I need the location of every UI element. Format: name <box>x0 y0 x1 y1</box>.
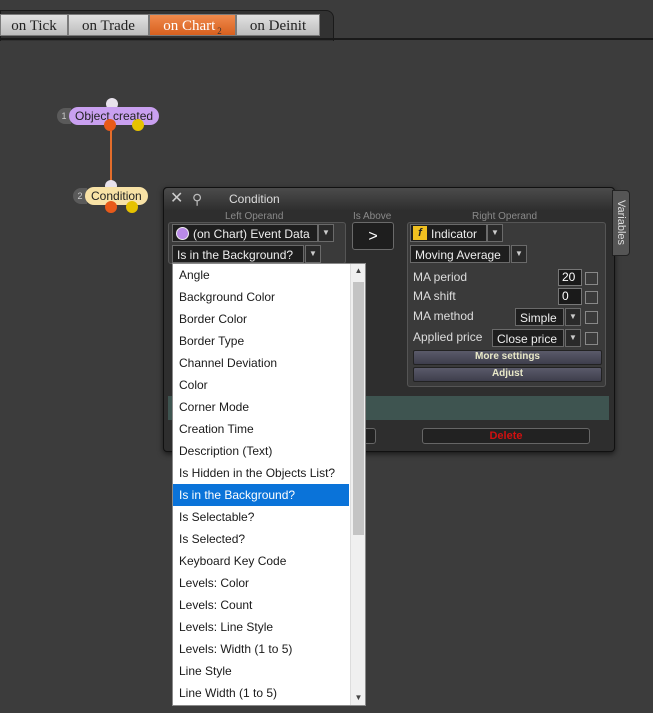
dropdown-option[interactable]: Levels: Count <box>173 594 349 616</box>
delete-button[interactable]: Delete <box>422 428 590 444</box>
ma-period-checkbox[interactable] <box>585 272 598 285</box>
more-settings-button[interactable]: More settings <box>413 350 602 365</box>
dropdown-option[interactable]: Corner Mode <box>173 396 349 418</box>
indicator-select[interactable]: Moving Average <box>410 245 510 263</box>
output-port-false[interactable] <box>132 119 144 131</box>
property-dropdown-list: Angle Background Color Border Color Border … <box>172 263 366 706</box>
ma-shift-input[interactable]: 0 <box>558 288 582 305</box>
dropdown-scrollbar[interactable]: ▲ ▼ <box>350 264 365 705</box>
applied-price-label: Applied price <box>413 330 483 344</box>
dropdown-option[interactable]: Creation Time <box>173 418 349 440</box>
dropdown-option[interactable]: Is in the Background? <box>173 484 349 506</box>
ma-method-checkbox[interactable] <box>585 311 598 324</box>
dropdown-option[interactable]: Background Color <box>173 286 349 308</box>
scroll-down-icon[interactable]: ▼ <box>351 691 365 705</box>
dropdown-option[interactable]: Levels: Line Style <box>173 616 349 638</box>
right-source-value: Indicator <box>431 227 478 241</box>
dropdown-option[interactable]: Line Width (1 to 5) <box>173 682 349 704</box>
scrollbar-thumb[interactable] <box>353 282 364 535</box>
ma-period-input[interactable]: 20 <box>558 269 582 286</box>
property-options: Angle Background Color Border Color Border … <box>173 264 349 704</box>
dropdown-option[interactable]: Levels: Width (1 to 5) <box>173 638 349 660</box>
compare-header: Is Above <box>353 211 392 222</box>
right-source-select[interactable]: f Indicator <box>410 224 487 242</box>
panel-header: ✕ ⚲ Condition <box>164 188 614 210</box>
scroll-up-icon[interactable]: ▲ <box>351 264 365 278</box>
ma-method-label: MA method <box>413 309 474 323</box>
dropdown-option[interactable]: Angle <box>173 264 349 286</box>
dropdown-option[interactable]: Is Hidden in the Objects List? <box>173 462 349 484</box>
compare-operator-button[interactable]: > <box>352 222 394 250</box>
dropdown-option[interactable]: Levels: Color <box>173 572 349 594</box>
dropdown-option[interactable]: Channel Deviation <box>173 352 349 374</box>
ma-period-label: MA period <box>413 270 468 284</box>
left-source-dropdown-button[interactable]: ▼ <box>318 224 334 242</box>
adjust-button[interactable]: Adjust <box>413 367 602 382</box>
output-port-true[interactable] <box>104 119 116 131</box>
dropdown-option[interactable]: Keyboard Key Code <box>173 550 349 572</box>
variables-tab[interactable]: Variables <box>612 190 630 256</box>
output-port-true[interactable] <box>105 201 117 213</box>
dropdown-option[interactable]: Is Selectable? <box>173 506 349 528</box>
left-source-value: (on Chart) Event Data <box>193 227 310 241</box>
ma-method-select[interactable]: Simple <box>515 308 564 326</box>
ma-shift-label: MA shift <box>413 289 456 303</box>
panel-title: Condition <box>229 192 280 206</box>
node-label: Condition <box>85 187 148 205</box>
close-icon[interactable]: ✕ <box>170 191 183 207</box>
pin-icon[interactable]: ⚲ <box>192 191 202 207</box>
left-property-dropdown-button[interactable]: ▼ <box>305 245 321 263</box>
dropdown-option[interactable]: Is Selected? <box>173 528 349 550</box>
left-operand-header: Left Operand <box>225 211 284 222</box>
output-port-false[interactable] <box>126 201 138 213</box>
indicator-dropdown-button[interactable]: ▼ <box>511 245 527 263</box>
function-icon: f <box>413 226 427 240</box>
dropdown-option[interactable]: Border Color <box>173 308 349 330</box>
left-source-select[interactable]: (on Chart) Event Data <box>172 224 318 242</box>
right-source-dropdown-button[interactable]: ▼ <box>487 224 503 242</box>
dropdown-option[interactable]: Description (Text) <box>173 440 349 462</box>
right-operand-header: Right Operand <box>472 211 538 222</box>
ma-method-dropdown-button[interactable]: ▼ <box>565 308 581 326</box>
applied-price-checkbox[interactable] <box>585 332 598 345</box>
applied-price-select[interactable]: Close price <box>492 329 564 347</box>
applied-price-dropdown-button[interactable]: ▼ <box>565 329 581 347</box>
left-property-select[interactable]: Is in the Background? <box>172 245 304 263</box>
ma-shift-checkbox[interactable] <box>585 291 598 304</box>
dropdown-option[interactable]: Border Type <box>173 330 349 352</box>
event-data-icon <box>176 227 189 240</box>
dropdown-option[interactable]: Line Style <box>173 660 349 682</box>
dropdown-option[interactable]: Color <box>173 374 349 396</box>
